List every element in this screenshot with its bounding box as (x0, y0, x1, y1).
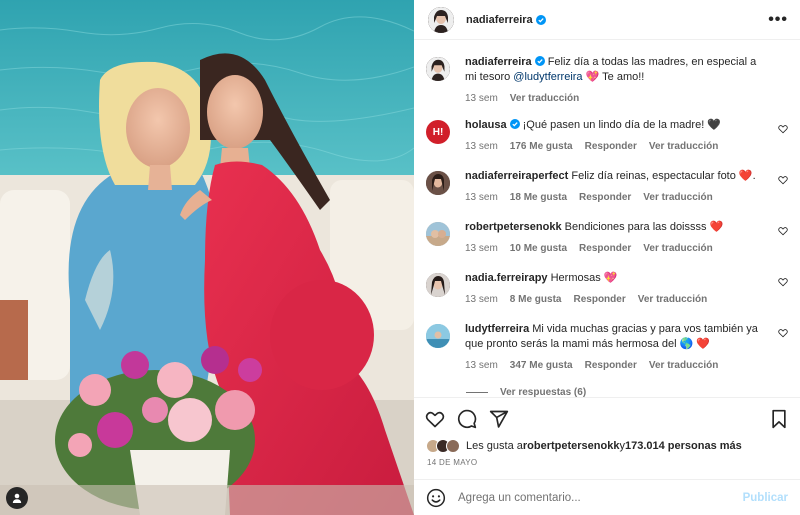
comment-button[interactable] (456, 408, 478, 430)
comment-username[interactable]: ludytferreira (465, 323, 529, 335)
likes-prefix: Les gusta a (466, 440, 523, 452)
comment-text: Bendiciones para las doissss ❤️ (561, 221, 724, 233)
comment-username[interactable]: holausa (465, 119, 507, 131)
comment-item: nadia.ferreirapy Hermosas 💖 13 sem 8 Me … (426, 271, 794, 307)
comment-time: 13 sem (465, 141, 498, 152)
comment-text: ¡Qué pasen un lindo día de la madre! 🖤 (519, 119, 722, 131)
comment-username[interactable]: robertpetersenokk (465, 221, 562, 233)
avatar (446, 439, 460, 453)
avatar-image (426, 273, 450, 297)
user-tag-icon (12, 493, 22, 503)
avatar[interactable] (426, 171, 450, 195)
share-button[interactable] (488, 408, 510, 430)
avatar-image (426, 222, 450, 246)
avatar-image (426, 171, 450, 195)
caption-text-end: 💖 Te amo!! (582, 71, 645, 83)
reply-button[interactable]: Responder (585, 358, 637, 373)
avatar-image (428, 6, 454, 33)
comment-text: Hermosas 💖 (547, 272, 618, 284)
emoji-icon[interactable] (426, 488, 446, 508)
comment-time: 13 sem (465, 294, 498, 305)
post-image (0, 0, 414, 515)
save-button[interactable] (768, 408, 790, 430)
avatar[interactable]: H! (426, 120, 450, 144)
likes-summary[interactable]: Les gusta a robertpetersenokk y 173.014 … (426, 439, 742, 453)
comment-likes[interactable]: 8 Me gusta (510, 292, 562, 307)
share-icon (489, 410, 509, 428)
comment-username[interactable]: nadia.ferreirapy (465, 272, 548, 284)
caption-username[interactable]: nadiaferreira (465, 56, 532, 68)
replies-divider (466, 392, 488, 393)
comment-likes[interactable]: 10 Me gusta (510, 241, 567, 256)
comment-time: 13 sem (465, 360, 498, 371)
avatar[interactable] (426, 222, 450, 246)
more-options-button[interactable]: ••• (768, 11, 788, 28)
verified-badge-icon (509, 119, 520, 129)
post-photo[interactable] (0, 0, 414, 515)
translate-button[interactable]: Ver traducción (510, 91, 579, 106)
comment-time: 13 sem (465, 192, 498, 203)
user-tag-button[interactable] (6, 487, 28, 509)
heart-icon[interactable] (778, 124, 788, 134)
bookmark-icon (772, 409, 786, 429)
reply-button[interactable]: Responder (573, 292, 625, 307)
avatar[interactable] (426, 273, 450, 297)
caption-time: 13 sem (465, 93, 498, 104)
view-replies-button[interactable]: Ver respuestas (6) (466, 387, 586, 397)
post-date: 14 DE MAYO (427, 458, 478, 467)
post-username[interactable]: nadiaferreira (466, 14, 533, 26)
reply-button[interactable]: Responder (579, 190, 631, 205)
verified-badge-icon (534, 56, 545, 66)
action-bar (414, 397, 800, 440)
heart-icon[interactable] (778, 175, 788, 185)
translate-button[interactable]: Ver traducción (643, 241, 712, 256)
comment-text: Feliz día reinas, espectacular foto ❤️. (568, 170, 756, 182)
comments-list: nadiaferreira Feliz día a todas las madr… (414, 41, 800, 397)
comment-item: H! holausa ¡Qué pasen un lindo día de la… (426, 118, 794, 154)
avatar[interactable] (426, 324, 450, 348)
comment-item: robertpetersenokk Bendiciones para las d… (426, 220, 794, 256)
comment-item: ludytferreira Mi vida muchas gracias y p… (426, 322, 794, 373)
comment-likes[interactable]: 176 Me gusta (510, 139, 573, 154)
avatar[interactable] (426, 57, 450, 81)
comment-icon (457, 409, 477, 429)
likes-count[interactable]: 173.014 personas más (625, 440, 742, 452)
post-panel: nadiaferreira ••• nadiaferreira Feliz dí… (414, 0, 800, 515)
comment-item: nadiaferreiraperfect Feliz día reinas, e… (426, 169, 794, 205)
comment-box: Publicar (414, 479, 800, 515)
comment-username[interactable]: nadiaferreiraperfect (465, 170, 568, 182)
comment-likes[interactable]: 347 Me gusta (510, 358, 573, 373)
avatar-label: H! (432, 126, 444, 138)
like-button[interactable] (424, 408, 446, 430)
comment-time: 13 sem (465, 243, 498, 254)
avatar[interactable] (428, 6, 454, 33)
reply-button[interactable]: Responder (585, 139, 637, 154)
heart-icon[interactable] (778, 328, 788, 338)
liker-avatars (426, 439, 460, 453)
translate-button[interactable]: Ver traducción (649, 139, 718, 154)
comment-likes[interactable]: 18 Me gusta (510, 190, 567, 205)
heart-icon[interactable] (778, 277, 788, 287)
translate-button[interactable]: Ver traducción (649, 358, 718, 373)
translate-button[interactable]: Ver traducción (643, 190, 712, 205)
reply-button[interactable]: Responder (579, 241, 631, 256)
post-header: nadiaferreira ••• (414, 0, 800, 40)
verified-badge-icon (535, 14, 546, 25)
translate-button[interactable]: Ver traducción (638, 292, 707, 307)
heart-icon[interactable] (778, 226, 788, 236)
avatar-image (426, 57, 450, 81)
caption-mention-link[interactable]: @ludytferreira (513, 71, 582, 83)
avatar-image (426, 324, 450, 348)
caption: nadiaferreira Feliz día a todas las madr… (426, 55, 794, 106)
publish-button[interactable]: Publicar (743, 492, 788, 504)
view-replies-label: Ver respuestas (6) (500, 387, 587, 397)
likes-user[interactable]: robertpetersenokk (523, 440, 620, 452)
heart-icon (425, 411, 445, 428)
comment-input[interactable] (458, 491, 743, 504)
